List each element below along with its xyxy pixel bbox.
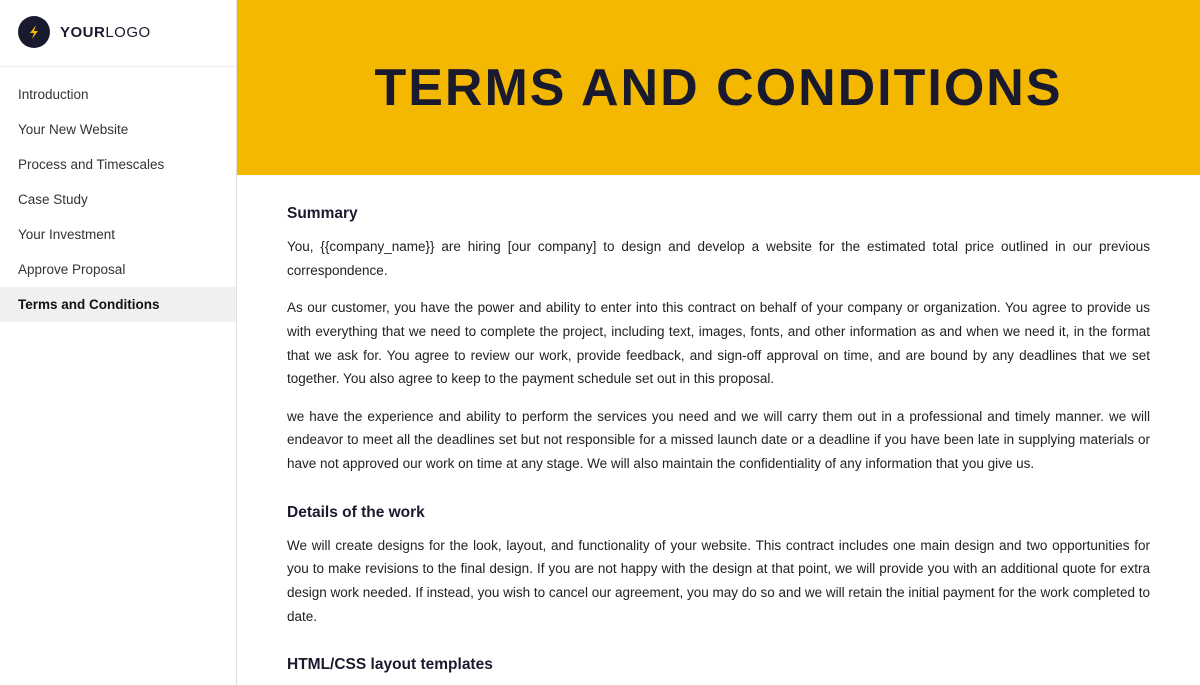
content-area: Summary You, {{company_name}} are hiring …: [237, 175, 1200, 685]
section-heading-1: Details of the work: [287, 504, 1150, 522]
sidebar-item-approve-proposal[interactable]: Approve Proposal: [0, 252, 236, 287]
section-0-paragraph-2: we have the experience and ability to pe…: [287, 405, 1150, 476]
section-0-paragraph-1: As our customer, you have the power and …: [287, 296, 1150, 391]
section-0-paragraph-0: You, {{company_name}} are hiring [our co…: [287, 235, 1150, 282]
logo-text: YOURLOGO: [60, 24, 151, 41]
logo-area: YOURLOGO: [0, 0, 236, 67]
main-content: TERMS AND CONDITIONS Summary You, {{compa…: [237, 0, 1200, 685]
sidebar-item-your-new-website[interactable]: Your New Website: [0, 112, 236, 147]
lightning-bolt-icon: [25, 23, 43, 41]
hero-banner: TERMS AND CONDITIONS: [237, 0, 1200, 175]
sidebar-item-case-study[interactable]: Case Study: [0, 182, 236, 217]
page-title: TERMS AND CONDITIONS: [374, 58, 1062, 118]
section-heading-0: Summary: [287, 205, 1150, 223]
sidebar: YOURLOGO IntroductionYour New WebsitePro…: [0, 0, 237, 685]
section-heading-2: HTML/CSS layout templates: [287, 656, 1150, 674]
logo-icon: [18, 16, 50, 48]
section-1-paragraph-0: We will create designs for the look, lay…: [287, 534, 1150, 629]
sidebar-item-your-investment[interactable]: Your Investment: [0, 217, 236, 252]
sidebar-item-introduction[interactable]: Introduction: [0, 77, 236, 112]
nav-list: IntroductionYour New WebsiteProcess and …: [0, 67, 236, 685]
sidebar-item-process-and-timescales[interactable]: Process and Timescales: [0, 147, 236, 182]
sidebar-item-terms-and-conditions[interactable]: Terms and Conditions: [0, 287, 236, 322]
